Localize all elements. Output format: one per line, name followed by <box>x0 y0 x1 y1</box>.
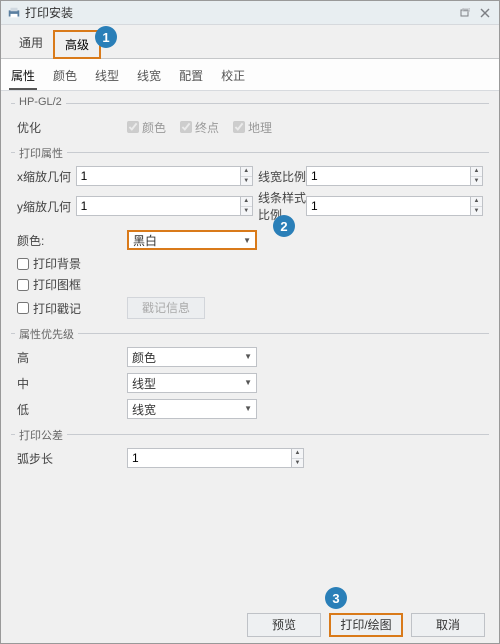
close-button[interactable] <box>477 5 493 21</box>
xscale-input[interactable]: ▲▼ <box>76 166 253 186</box>
window-title: 打印安装 <box>25 4 453 21</box>
subtab-linetype[interactable]: 线型 <box>93 63 121 90</box>
linewidth-ratio-input[interactable]: ▲▼ <box>306 166 483 186</box>
color-label: 颜色: <box>17 232 127 249</box>
group-printprops-title: 打印属性 <box>15 145 67 161</box>
content-area: HP-GL/2 优化 颜色 终点 地理 打印属性 x缩放几何 ▲▼ 线宽比例 <box>1 91 499 481</box>
chevron-down-icon: ▼ <box>244 378 252 387</box>
cbx-print-mark[interactable]: 打印戳记 <box>17 298 127 319</box>
group-tolerance: 打印公差 弧步长 ▲▼ <box>11 434 489 477</box>
linewidth-ratio-label: 线宽比例 <box>258 168 306 185</box>
subtab-calibrate[interactable]: 校正 <box>219 63 247 90</box>
priority-low-select[interactable]: 线宽▼ <box>127 399 257 419</box>
subtab-linewidth[interactable]: 线宽 <box>135 63 163 90</box>
priority-mid-label: 中 <box>17 375 127 392</box>
group-hpgl-title: HP-GL/2 <box>15 96 66 108</box>
cbx-geo-opt: 地理 <box>233 119 272 136</box>
top-tabs: 通用 高级 <box>1 25 499 59</box>
group-priority: 属性优先级 高 颜色▼ 中 线型▼ 低 线宽▼ <box>11 333 489 428</box>
sub-tabs: 属性 颜色 线型 线宽 配置 校正 <box>1 59 499 91</box>
optimize-label: 优化 <box>17 119 127 136</box>
cbx-color-opt: 颜色 <box>127 119 166 136</box>
linestyle-ratio-input[interactable]: ▲▼ <box>306 196 483 216</box>
cbx-endpoint-opt: 终点 <box>180 119 219 136</box>
subtab-config[interactable]: 配置 <box>177 63 205 90</box>
preview-button[interactable]: 预览 <box>247 613 321 637</box>
subtab-properties[interactable]: 属性 <box>9 63 37 90</box>
app-icon <box>7 6 21 20</box>
callout-3: 3 <box>325 587 347 609</box>
mark-info-button: 戳记信息 <box>127 297 205 319</box>
color-select[interactable]: 黑白 ▼ <box>127 230 257 250</box>
yscale-input[interactable]: ▲▼ <box>76 196 253 216</box>
arc-step-label: 弧步长 <box>17 450 127 467</box>
arc-step-input[interactable]: ▲▼ <box>127 448 304 468</box>
tab-advanced[interactable]: 高级 <box>53 30 101 59</box>
restore-button[interactable] <box>457 5 473 21</box>
priority-mid-select[interactable]: 线型▼ <box>127 373 257 393</box>
callout-1: 1 <box>95 26 117 48</box>
priority-high-select[interactable]: 颜色▼ <box>127 347 257 367</box>
title-bar: 打印安装 <box>1 1 499 25</box>
cbx-print-frame[interactable]: 打印图框 <box>17 274 483 295</box>
xscale-label: x缩放几何 <box>17 168 76 185</box>
chevron-down-icon: ▼ <box>244 404 252 413</box>
group-priority-title: 属性优先级 <box>15 326 78 342</box>
chevron-down-icon: ▼ <box>243 236 251 245</box>
group-tolerance-title: 打印公差 <box>15 427 67 443</box>
print-plot-button[interactable]: 打印/绘图 <box>329 613 403 637</box>
group-print-properties: 打印属性 x缩放几何 ▲▼ 线宽比例 ▲▼ y缩放几何 <box>11 152 489 327</box>
cancel-button[interactable]: 取消 <box>411 613 485 637</box>
subtab-color[interactable]: 颜色 <box>51 63 79 90</box>
callout-2: 2 <box>273 215 295 237</box>
chevron-down-icon: ▼ <box>244 352 252 361</box>
bottom-button-bar: 预览 打印/绘图 取消 <box>1 613 499 637</box>
yscale-label: y缩放几何 <box>17 198 76 215</box>
priority-low-label: 低 <box>17 401 127 418</box>
cbx-print-bg[interactable]: 打印背景 <box>17 253 483 274</box>
priority-high-label: 高 <box>17 349 127 366</box>
tab-general[interactable]: 通用 <box>9 30 53 59</box>
group-hpgl: HP-GL/2 优化 颜色 终点 地理 <box>11 103 489 146</box>
